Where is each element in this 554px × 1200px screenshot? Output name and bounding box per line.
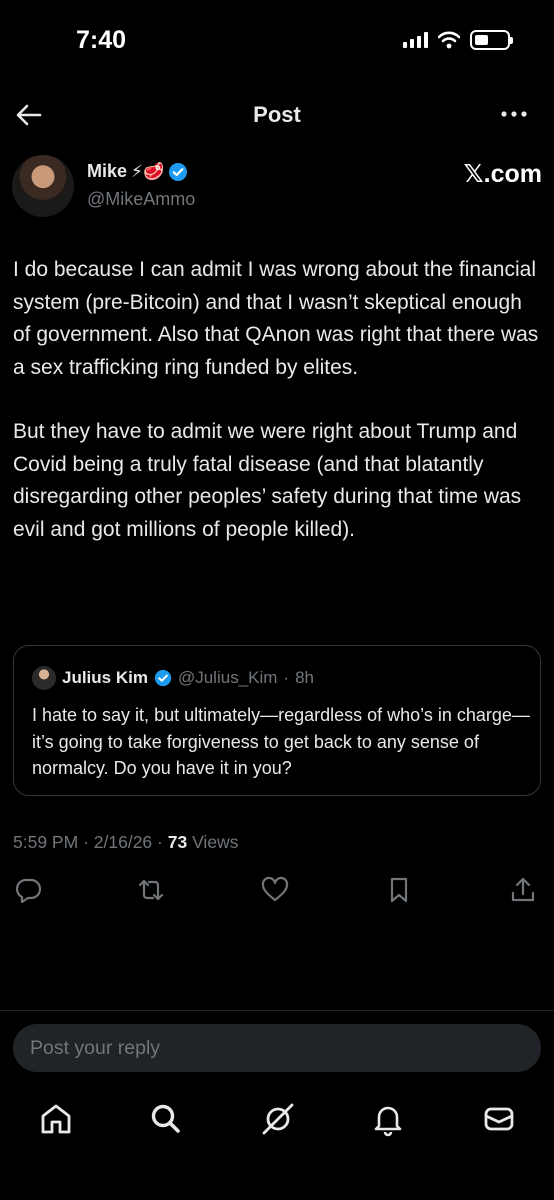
action-bar bbox=[0, 875, 554, 907]
status-icons bbox=[403, 30, 513, 50]
bookmark-icon[interactable] bbox=[384, 875, 414, 905]
quoted-author-handle: @Julius_Kim bbox=[177, 668, 278, 687]
post-date: 2/16/26 bbox=[93, 832, 153, 852]
post-meta: 5:59 PM · 2/16/26 · 73 Views bbox=[13, 832, 238, 853]
quoted-time: 8h bbox=[295, 668, 315, 687]
like-icon[interactable] bbox=[260, 875, 290, 905]
post-time: 5:59 PM bbox=[13, 832, 79, 852]
status-time: 7:40 bbox=[76, 26, 127, 54]
header: Post bbox=[0, 90, 554, 138]
messages-icon[interactable] bbox=[481, 1101, 517, 1137]
page-title: Post bbox=[253, 102, 301, 127]
quoted-text: I hate to say it, but ultimately—regardl… bbox=[32, 705, 530, 778]
separator-dot: · bbox=[83, 832, 89, 852]
views-count: 73 bbox=[167, 832, 188, 852]
separator-dot: · bbox=[157, 832, 163, 852]
more-options-icon[interactable] bbox=[498, 102, 530, 126]
post-author: Mike ⚡🥩 @MikeAmmo 𝕏.com bbox=[12, 155, 542, 219]
quoted-post[interactable]: Julius Kim @Julius_Kim · 8h I hate to sa… bbox=[13, 645, 541, 796]
status-bar: 7:40 bbox=[0, 0, 554, 80]
reply-icon[interactable] bbox=[14, 875, 44, 905]
notifications-icon[interactable] bbox=[370, 1101, 406, 1137]
wifi-icon bbox=[438, 31, 460, 49]
source-label: 𝕏.com bbox=[463, 160, 543, 188]
divider bbox=[0, 1010, 554, 1011]
author-name-row: Mike ⚡🥩 bbox=[87, 161, 188, 182]
search-icon[interactable] bbox=[148, 1101, 184, 1137]
quoted-avatar bbox=[32, 666, 56, 690]
verified-badge-icon bbox=[169, 162, 188, 181]
reply-placeholder: Post your reply bbox=[30, 1037, 161, 1059]
quoted-post-header: Julius Kim @Julius_Kim · 8h bbox=[32, 666, 314, 690]
quoted-author-name: Julius Kim bbox=[62, 668, 148, 687]
author-name-emojis: ⚡🥩 bbox=[131, 161, 165, 181]
views-label[interactable]: Views bbox=[192, 832, 238, 852]
verified-badge-icon bbox=[154, 669, 172, 687]
post-text: I do because I can admit I was wrong abo… bbox=[13, 254, 541, 578]
repost-icon[interactable] bbox=[136, 875, 166, 905]
reply-input[interactable]: Post your reply bbox=[13, 1024, 541, 1072]
signal-icon bbox=[403, 32, 428, 48]
share-icon[interactable] bbox=[508, 875, 538, 905]
author-handle[interactable]: @MikeAmmo bbox=[87, 189, 195, 210]
battery-icon bbox=[470, 30, 513, 50]
separator-dot: · bbox=[283, 668, 290, 687]
home-icon[interactable] bbox=[38, 1101, 74, 1137]
tab-bar bbox=[0, 1095, 554, 1145]
grok-icon[interactable] bbox=[260, 1101, 296, 1137]
avatar[interactable] bbox=[12, 155, 74, 217]
post-paragraph: But they have to admit we were right abo… bbox=[13, 420, 522, 541]
post-paragraph: I do because I can admit I was wrong abo… bbox=[13, 258, 539, 379]
author-name[interactable]: Mike bbox=[87, 161, 127, 182]
